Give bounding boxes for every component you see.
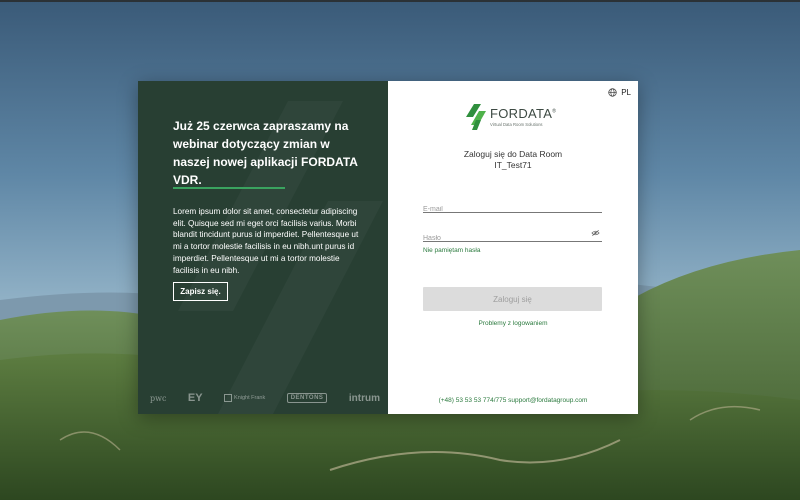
support-email[interactable]: support@fordatagroup.com: [508, 397, 587, 404]
data-room-name: IT_Test71: [494, 160, 532, 170]
login-heading-line: Zaloguj się do Data Room: [463, 149, 563, 159]
fordata-logo: FORDATA® Virtual Data Room Solutions: [466, 103, 566, 133]
hide-password-icon[interactable]: [591, 229, 600, 237]
partner-logos: pwc EY Knight Frank DENTONS intrum: [150, 389, 380, 407]
language-selector[interactable]: PL: [608, 88, 631, 97]
signup-button[interactable]: Zapisz się.: [173, 282, 228, 301]
login-button[interactable]: Zaloguj się: [423, 287, 602, 311]
language-code: PL: [621, 88, 631, 97]
support-contact: (+48) 53 53 53 774/775 support@fordatagr…: [388, 397, 638, 404]
password-input[interactable]: [423, 232, 583, 245]
support-phone[interactable]: (+48) 53 53 53 774/775: [439, 397, 507, 404]
promo-title: Już 25 czerwca zapraszamy na webinar dot…: [173, 119, 358, 187]
forgot-password-link[interactable]: Nie pamiętam hasła: [423, 247, 480, 254]
partner-logo-pwc: pwc: [150, 393, 167, 403]
partner-logo-knight-frank: Knight Frank: [224, 394, 265, 402]
login-problems-link[interactable]: Problemy z logowaniem: [388, 320, 638, 327]
email-input[interactable]: [423, 203, 583, 216]
login-heading: Zaloguj się do Data Room IT_Test71: [388, 149, 638, 171]
fordata-mark-icon: [466, 104, 486, 130]
globe-icon: [608, 88, 617, 97]
login-panel: PL FORDATA® Virtual Data Room Solutions …: [388, 81, 638, 414]
logo-wordmark: FORDATA®: [490, 106, 557, 121]
logo-tagline: Virtual Data Room Solutions: [490, 122, 543, 127]
partner-logo-ey: EY: [187, 392, 203, 404]
promo-body-text: Lorem ipsum dolor sit amet, consectetur …: [173, 207, 359, 275]
browser-top-edge: [0, 0, 800, 2]
email-field: [423, 198, 602, 216]
promo-divider: [173, 187, 285, 189]
password-field: [423, 227, 602, 245]
partner-logo-intrum: intrum: [348, 392, 380, 404]
login-card: Już 25 czerwca zapraszamy na webinar dot…: [138, 81, 638, 414]
promo-panel: Już 25 czerwca zapraszamy na webinar dot…: [138, 81, 388, 414]
partner-logo-dentons: DENTONS: [286, 393, 328, 403]
